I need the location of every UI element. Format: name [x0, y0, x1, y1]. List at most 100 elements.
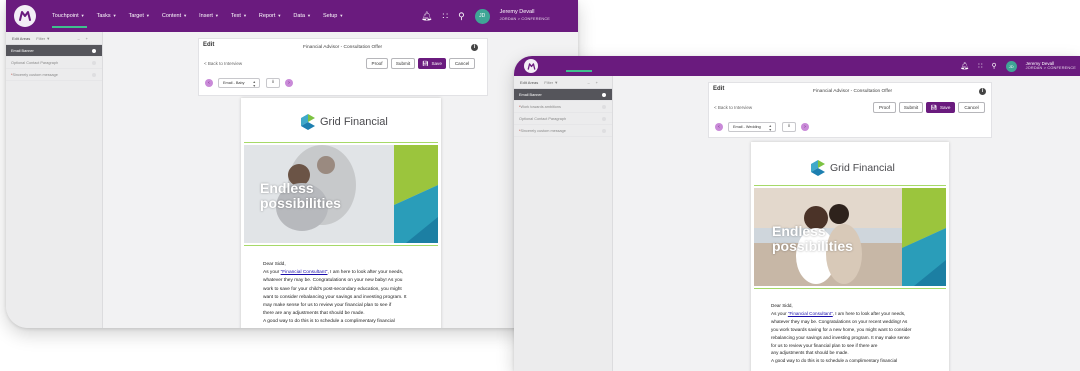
grid-icon[interactable]: ∷	[978, 62, 982, 71]
nav-target[interactable]: Target ▼	[129, 13, 150, 19]
status-dot	[92, 72, 96, 77]
nav-setup[interactable]: Setup ▼	[323, 13, 343, 19]
nav-content[interactable]: Content ▼	[162, 13, 187, 19]
user-info[interactable]: Jeremy Devall JORDAN > CONFERENCE	[500, 9, 550, 23]
bell-icon[interactable]: 🔔︎	[421, 11, 432, 21]
chevron-down-icon: ▼	[80, 13, 85, 18]
proof-button[interactable]: Proof	[873, 102, 896, 113]
chevron-updown-icon: ▲ ▼	[252, 79, 256, 88]
user-info[interactable]: Jeremy Devall JORDAN > CONFERENCE	[1026, 61, 1076, 71]
top-right-tools: 🔔︎ ∷ ⚲ JD Jeremy Devall JORDAN > CONFERE…	[960, 60, 1080, 72]
edit-areas-sidebar: Edit Areas Filter ▼ –+ Email Banner Opti…	[6, 32, 103, 328]
hero-line-2: possibilities	[772, 237, 853, 254]
body-text-fragment: As your	[263, 270, 281, 276]
nav-tasks[interactable]: Tasks ▼	[97, 13, 117, 19]
sidebar-controls[interactable]: –+	[587, 80, 612, 85]
grid-financial-logo-icon	[301, 114, 315, 130]
sidebar-header: Edit Areas Filter ▼ –+	[6, 32, 102, 45]
variant-select[interactable]: Email - Wedding ▲ ▼	[728, 122, 776, 132]
info-icon[interactable]: i	[979, 88, 986, 95]
hero-banner[interactable]: Endless possibilities	[754, 188, 946, 286]
sidebar-item-email-banner[interactable]: Email Banner	[514, 89, 612, 101]
save-button[interactable]: 💾︎ Save	[418, 58, 446, 69]
search-icon[interactable]: ⚲	[992, 62, 997, 71]
divider	[754, 288, 946, 289]
brand-logo: Grid Financial	[301, 114, 388, 130]
brand-logo: Grid Financial	[811, 160, 895, 176]
touchpoint-title: Financial Advisor - Consultation Offer	[813, 89, 893, 94]
cancel-button[interactable]: Cancel	[958, 102, 985, 113]
sidebar-item-label: Sincerely custom message	[520, 128, 566, 133]
submit-button[interactable]: Submit	[391, 58, 415, 69]
nav-touchpoint[interactable]: Touchpoint ▼	[52, 13, 87, 28]
user-name: Jeremy Devall	[499, 9, 535, 15]
chevron-right-icon[interactable]: ›	[285, 79, 293, 87]
sidebar-item-sincerely[interactable]: * Sincerely custom message	[514, 125, 612, 137]
hero-line-1: Endless	[772, 223, 826, 239]
sidebar-item-optional-contact[interactable]: Optional Contact Paragraph	[6, 57, 102, 69]
sidebar-item-work-towards[interactable]: * Work towards ambitions	[514, 101, 612, 113]
status-dot	[92, 60, 96, 65]
submit-button[interactable]: Submit	[899, 102, 923, 113]
save-button[interactable]: 💾︎ Save	[926, 102, 955, 113]
nav-report[interactable]: Report ▼	[259, 13, 281, 19]
save-label: Save	[939, 105, 951, 110]
app-logo[interactable]	[524, 59, 538, 73]
email-body[interactable]: Dear Sidd, As your "Financial Consultant…	[771, 302, 947, 365]
back-to-interview-link[interactable]: < Back to Interview	[204, 61, 242, 66]
upload-icon[interactable]: ⭳	[782, 122, 796, 132]
nav-label: Setup	[322, 13, 338, 19]
search-icon[interactable]: ⚲	[458, 11, 465, 21]
nav-data[interactable]: Data ▼	[293, 13, 311, 19]
filter-control[interactable]: Filter ▼	[36, 36, 50, 41]
body-line: may make sense for us to review your fin…	[263, 303, 392, 309]
user-context: JORDAN > CONFERENCE	[1025, 66, 1076, 70]
merge-field[interactable]: "Financial Consultant"	[788, 311, 833, 316]
sidebar-item-optional-contact[interactable]: Optional Contact Paragraph	[514, 113, 612, 125]
variant-select[interactable]: Email - Baby ▲ ▼	[218, 78, 260, 88]
sidebar-item-label: Email Banner	[11, 48, 34, 53]
active-nav-indicator	[566, 70, 592, 72]
cancel-button[interactable]: Cancel	[449, 58, 475, 69]
chevron-right-icon[interactable]: ›	[801, 123, 809, 131]
save-label: Save	[431, 61, 442, 66]
back-to-interview-link[interactable]: < Back to Interview	[714, 105, 752, 110]
body-line: As your "Financial Consultant", I am her…	[771, 310, 947, 318]
greeting: Dear Sidd,	[263, 262, 286, 267]
info-icon[interactable]: i	[471, 44, 478, 51]
grid-icon[interactable]: ∷	[442, 11, 448, 21]
chevron-updown-icon: ▲ ▼	[768, 123, 772, 132]
hero-line-2: possibilities	[260, 194, 341, 211]
divider	[244, 142, 438, 143]
proof-button[interactable]: Proof	[366, 58, 388, 69]
sidebar-controls[interactable]: –+	[77, 36, 102, 41]
edit-toolbar-panel: Edit Financial Advisor - Consultation Of…	[708, 82, 992, 138]
email-preview: Grid Financial Endless possibilities Dea…	[241, 98, 441, 328]
avatar[interactable]: JD	[1005, 60, 1017, 72]
nav-insert[interactable]: Insert ▼	[199, 13, 219, 19]
touchpoint-title: Financial Advisor - Consultation Offer	[303, 45, 383, 50]
chevron-left-icon[interactable]: ‹	[715, 123, 723, 131]
sidebar-item-email-banner[interactable]: Email Banner	[6, 45, 102, 57]
upload-icon[interactable]: ⭳	[266, 78, 280, 88]
chevron-left-icon[interactable]: ‹	[205, 79, 213, 87]
greeting: Dear Sidd,	[771, 303, 793, 308]
body-line: A good way to do this is to schedule a c…	[263, 319, 395, 325]
sidebar-item-sincerely[interactable]: * Sincerely custom message	[6, 69, 102, 81]
edit-areas-sidebar: Edit Areas Filter ▼ –+ Email Banner * Wor…	[514, 76, 613, 371]
nav-text[interactable]: Text ▼	[231, 13, 247, 19]
app-logo[interactable]	[14, 5, 36, 27]
body-text-fragment: As your	[771, 310, 788, 316]
nav-label: Data	[293, 13, 306, 19]
edit-areas-label: Edit Areas	[520, 79, 539, 85]
avatar[interactable]: JD	[474, 8, 490, 24]
email-body[interactable]: Dear Sidd, As your "Financial Consultant…	[263, 261, 435, 327]
brand-name: Grid Financial	[830, 162, 895, 174]
hero-banner[interactable]: Endless possibilities	[244, 145, 438, 243]
body-line: rebalancing your savings and investing p…	[771, 334, 910, 340]
merge-field[interactable]: "Financial Consultant"	[281, 270, 328, 275]
filter-control[interactable]: Filter ▼	[544, 80, 558, 85]
chevron-down-icon: ▼	[214, 13, 219, 18]
bell-icon[interactable]: 🔔︎	[960, 62, 969, 71]
edit-areas-label: Edit Areas	[12, 35, 31, 41]
